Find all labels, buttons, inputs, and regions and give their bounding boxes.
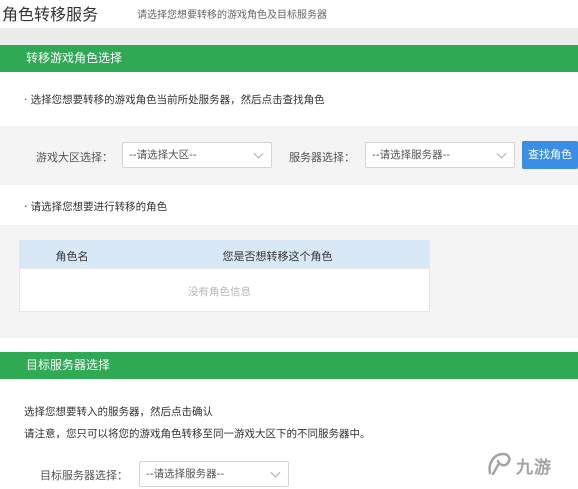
column-header-role-name: 角色名 — [55, 250, 89, 263]
watermark: 九游 — [484, 447, 564, 481]
target-instruction-text: 选择您想要转入的服务器，然后点击确认 — [24, 406, 213, 418]
chevron-down-icon — [496, 148, 507, 159]
watermark-text: 九游 — [516, 458, 552, 478]
region-select-value: --请选择大区-- — [129, 149, 197, 161]
chevron-down-icon — [270, 467, 281, 478]
server-select[interactable]: --请选择服务器-- — [365, 142, 515, 168]
header-divider-band — [0, 28, 578, 45]
page-title: 角色转移服务 — [2, 5, 99, 24]
target-server-label: 目标服务器选择： — [40, 469, 128, 482]
region-select[interactable]: --请选择大区-- — [122, 142, 272, 168]
section-header-role-select: 转移游戏角色选择 — [0, 45, 578, 72]
jiuyou-logo-icon — [488, 452, 511, 476]
column-header-transfer-confirm: 您是否想转移这个角色 — [222, 250, 333, 263]
server-select-value: --请选择服务器-- — [372, 149, 451, 161]
search-role-button[interactable]: 查找角色 — [522, 141, 578, 169]
section-spacer — [0, 338, 578, 352]
target-notice-text: 请注意，您只可以将您的游戏角色转移至同一游戏大区下的不同服务器中。 — [24, 428, 371, 440]
section-header-target-server: 目标服务器选择 — [0, 352, 578, 379]
target-server-select-value: --请选择服务器-- — [146, 468, 225, 480]
instruction-text: · 选择您想要转移的游戏角色当前所处服务器，然后点击查找角色 — [24, 94, 325, 106]
page-subtitle: 请选择您想要转移的游戏角色及目标服务器 — [137, 10, 327, 21]
server-select-label: 服务器选择： — [289, 151, 355, 164]
empty-table-message: 没有角色信息 — [188, 286, 251, 298]
region-select-label: 游戏大区选择： — [36, 151, 113, 164]
chevron-down-icon — [253, 148, 264, 159]
role-instruction-text: · 请选择您想要进行转移的角色 — [24, 201, 168, 213]
target-server-select[interactable]: --请选择服务器-- — [139, 461, 289, 487]
